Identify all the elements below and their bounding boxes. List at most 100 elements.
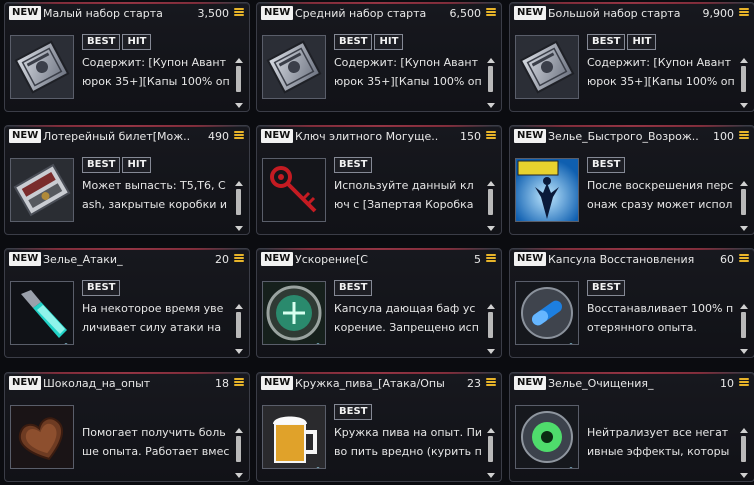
shop-item-card[interactable]: NEW Малый набор старта 3,500 BEST HIT Сод… xyxy=(4,2,250,112)
quick-revive-icon[interactable] xyxy=(515,158,579,222)
scroll-down-arrow-icon[interactable] xyxy=(740,226,748,231)
item-badges: BEST HIT xyxy=(82,34,153,50)
scroll-up-arrow-icon[interactable] xyxy=(740,181,748,186)
scroll-up-arrow-icon[interactable] xyxy=(235,58,243,63)
scroll-up-arrow-icon[interactable] xyxy=(740,58,748,63)
scroll-down-arrow-icon[interactable] xyxy=(740,349,748,354)
item-badges: BEST xyxy=(82,280,122,296)
hit-badge: HIT xyxy=(627,34,657,50)
scroll-up-arrow-icon[interactable] xyxy=(235,181,243,186)
new-badge: NEW xyxy=(261,252,294,266)
new-badge: NEW xyxy=(514,6,547,20)
scroll-up-arrow-icon[interactable] xyxy=(487,181,495,186)
description-scrollbar[interactable] xyxy=(235,181,243,231)
recovery-capsule-icon[interactable]: SHOP xyxy=(515,281,579,345)
scroll-up-arrow-icon[interactable] xyxy=(487,428,495,433)
scroll-down-arrow-icon[interactable] xyxy=(487,349,495,354)
scroll-thumb[interactable] xyxy=(236,66,241,92)
item-description: Помогает получить больше опыта. Работает… xyxy=(82,426,230,458)
item-description: Нейтрализует все негативные эффекты, кот… xyxy=(587,426,730,458)
scroll-down-arrow-icon[interactable] xyxy=(235,473,243,478)
scroll-down-arrow-icon[interactable] xyxy=(235,226,243,231)
item-price: 5 xyxy=(474,253,481,266)
scroll-up-arrow-icon[interactable] xyxy=(235,428,243,433)
scroll-down-arrow-icon[interactable] xyxy=(235,349,243,354)
item-description: Содержит: [Купон Авантюрок 35+][Капы 100… xyxy=(334,56,482,88)
scroll-up-arrow-icon[interactable] xyxy=(487,304,495,309)
scroll-thumb[interactable] xyxy=(741,189,746,215)
description-scrollbar[interactable] xyxy=(487,304,495,354)
scroll-down-arrow-icon[interactable] xyxy=(740,473,748,478)
scroll-thumb[interactable] xyxy=(488,189,493,215)
item-description: На некоторое время увеличивает силу атак… xyxy=(82,302,224,334)
new-badge: NEW xyxy=(9,252,42,266)
shop-item-card[interactable]: NEW Зелье_Быстрого_Возрож.. 100 BEST Пос… xyxy=(509,125,754,235)
scroll-up-arrow-icon[interactable] xyxy=(487,58,495,63)
gold-coin-stack-icon xyxy=(234,254,244,265)
gold-coin-stack-icon xyxy=(486,131,496,142)
description-scrollbar[interactable] xyxy=(487,428,495,478)
scroll-down-arrow-icon[interactable] xyxy=(740,103,748,108)
description-scrollbar[interactable] xyxy=(487,58,495,108)
scroll-down-arrow-icon[interactable] xyxy=(487,473,495,478)
scroll-down-arrow-icon[interactable] xyxy=(487,103,495,108)
item-badges: BEST HIT xyxy=(587,34,658,50)
new-badge: NEW xyxy=(514,376,547,390)
item-price: 100 xyxy=(713,130,734,143)
beer-mug-icon[interactable]: SHOP xyxy=(262,405,326,469)
scroll-thumb[interactable] xyxy=(741,312,746,338)
description-scrollbar[interactable] xyxy=(740,58,748,108)
item-title: Ускорение[С xyxy=(295,253,368,266)
gold-coin-stack-icon xyxy=(739,254,749,265)
attack-potion-icon[interactable]: SHOP xyxy=(10,281,74,345)
description-scrollbar[interactable] xyxy=(740,304,748,354)
lottery-coupon-icon[interactable] xyxy=(10,158,74,222)
shop-item-card[interactable]: NEW Средний набор старта 6,500 BEST HIT С… xyxy=(256,2,502,112)
item-price: 60 xyxy=(720,253,734,266)
description-scrollbar[interactable] xyxy=(740,181,748,231)
starter-coupon-icon[interactable] xyxy=(10,35,74,99)
shop-item-card[interactable]: NEW Шоколад_на_опыт 18 Помогает получить… xyxy=(4,372,250,482)
description-scrollbar[interactable] xyxy=(235,304,243,354)
scroll-thumb[interactable] xyxy=(236,312,241,338)
shop-item-card[interactable]: NEW Ключ элитного Могуще.. 150 BEST Испо… xyxy=(256,125,502,235)
cleansing-potion-icon[interactable]: SHOP xyxy=(515,405,579,469)
item-title: Зелье_Атаки_ xyxy=(43,253,123,266)
shop-item-card[interactable]: NEW Ускорение[С 5 SHOP BEST Капсула дающ… xyxy=(256,248,502,358)
shop-item-card[interactable]: NEW Кружка_пива_[Атака/Опы.. 23 SHOP BES… xyxy=(256,372,502,482)
scroll-thumb[interactable] xyxy=(741,66,746,92)
description-scrollbar[interactable] xyxy=(740,428,748,478)
shop-item-card[interactable]: NEW Лотерейный билет[Мож.. 490 BEST HIT М… xyxy=(4,125,250,235)
acceleration-capsule-icon[interactable]: SHOP xyxy=(262,281,326,345)
scroll-thumb[interactable] xyxy=(488,312,493,338)
description-scrollbar[interactable] xyxy=(487,181,495,231)
hit-badge: HIT xyxy=(122,157,152,173)
scroll-down-arrow-icon[interactable] xyxy=(487,226,495,231)
chocolate-icon[interactable] xyxy=(10,405,74,469)
item-title: Средний набор старта xyxy=(295,7,427,20)
scroll-up-arrow-icon[interactable] xyxy=(235,304,243,309)
scroll-thumb[interactable] xyxy=(236,189,241,215)
shop-item-card[interactable]: NEW Капсула Восстановления .. 60 SHOP BE… xyxy=(509,248,754,358)
red-key-icon[interactable] xyxy=(262,158,326,222)
item-price: 490 xyxy=(208,130,229,143)
gold-coin-stack-icon xyxy=(486,254,496,265)
hit-badge: HIT xyxy=(374,34,404,50)
shop-item-card[interactable]: NEW Зелье_Очищения_ 10 SHOP Нейтрализует… xyxy=(509,372,754,482)
scroll-down-arrow-icon[interactable] xyxy=(235,103,243,108)
starter-coupon-icon[interactable] xyxy=(515,35,579,99)
scroll-thumb[interactable] xyxy=(488,66,493,92)
scroll-thumb[interactable] xyxy=(488,436,493,462)
shop-item-card[interactable]: NEW Зелье_Атаки_ 20 SHOP BEST На некотор… xyxy=(4,248,250,358)
description-scrollbar[interactable] xyxy=(235,428,243,478)
new-badge: NEW xyxy=(9,376,42,390)
starter-coupon-icon[interactable] xyxy=(262,35,326,99)
shop-item-card[interactable]: NEW Большой набор старта 9,900 BEST HIT С… xyxy=(509,2,754,112)
hit-badge: HIT xyxy=(122,34,152,50)
description-scrollbar[interactable] xyxy=(235,58,243,108)
scroll-up-arrow-icon[interactable] xyxy=(740,428,748,433)
scroll-thumb[interactable] xyxy=(741,436,746,462)
scroll-thumb[interactable] xyxy=(236,436,241,462)
scroll-up-arrow-icon[interactable] xyxy=(740,304,748,309)
item-badges: BEST HIT xyxy=(82,157,153,173)
